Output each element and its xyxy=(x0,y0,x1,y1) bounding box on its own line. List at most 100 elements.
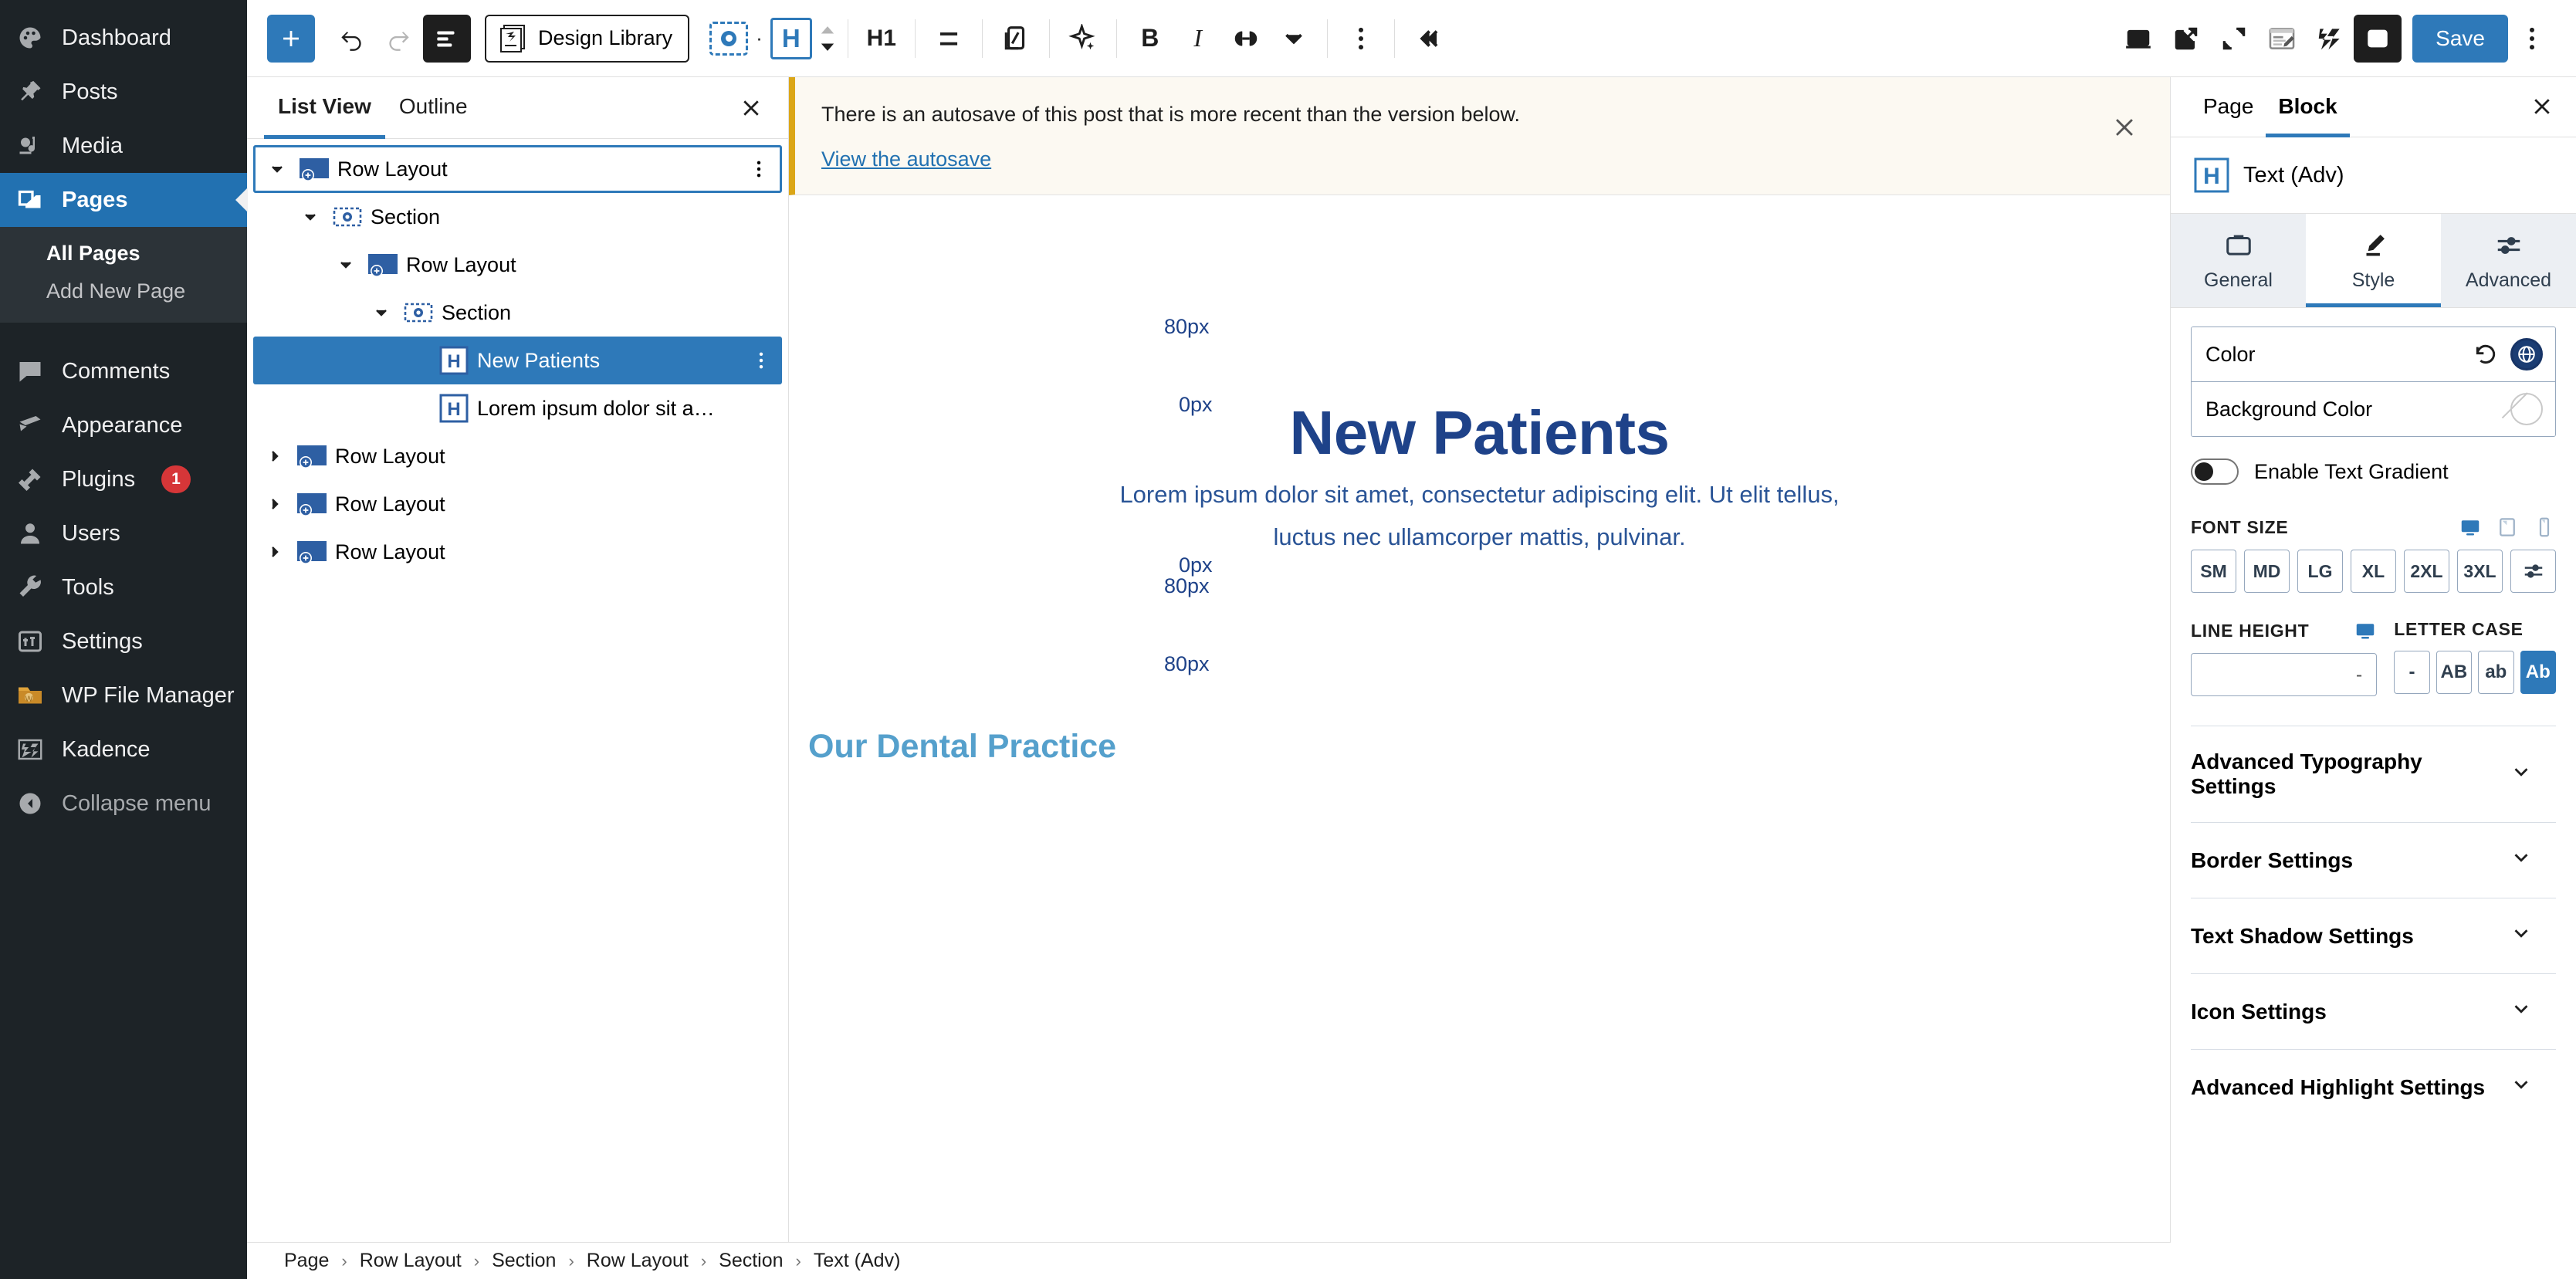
breadcrumb-item[interactable]: Text (Adv) xyxy=(814,1250,901,1272)
sliders-icon[interactable] xyxy=(2510,550,2556,593)
font-size-md[interactable]: MD xyxy=(2244,550,2290,593)
list-item[interactable]: Row Layout xyxy=(253,432,782,480)
mobile-icon[interactable] xyxy=(2533,516,2556,539)
heading-level-button[interactable]: H1 xyxy=(858,15,905,63)
submenu-item-add-new-page[interactable]: Add New Page xyxy=(0,272,247,310)
list-item[interactable]: Row Layout xyxy=(253,145,782,193)
sidebar-item-comments[interactable]: Comments xyxy=(0,344,247,398)
list-item-options-icon[interactable] xyxy=(746,158,772,180)
design-library-button[interactable]: Design Library xyxy=(485,14,690,63)
letter-case-ab[interactable]: ab xyxy=(2478,651,2514,694)
tablet-icon[interactable] xyxy=(2496,516,2519,539)
chevron-right-icon[interactable] xyxy=(261,543,289,561)
sidebar-item-media[interactable]: Media xyxy=(0,119,247,173)
accordion-advanced-highlight-settings[interactable]: Advanced Highlight Settings xyxy=(2191,1049,2556,1125)
list-item[interactable]: H Lorem ipsum dolor sit a… xyxy=(253,384,782,432)
sidebar-item-tools[interactable]: Tools xyxy=(0,560,247,614)
page-canvas[interactable]: New Patients Lorem ipsum dolor sit amet,… xyxy=(789,195,2170,1279)
chevron-down-icon[interactable] xyxy=(296,208,324,226)
letter-case-none[interactable]: - xyxy=(2394,651,2430,694)
letter-case-AB[interactable]: AB xyxy=(2436,651,2473,694)
segment-advanced[interactable]: Advanced xyxy=(2441,214,2576,307)
font-size-lg[interactable]: LG xyxy=(2297,550,2343,593)
segment-style[interactable]: Style xyxy=(2306,214,2441,307)
accordion-text-shadow-settings[interactable]: Text Shadow Settings xyxy=(2191,898,2556,973)
sidebar-item-pages[interactable]: Pages xyxy=(0,173,247,227)
list-view-toggle-button[interactable] xyxy=(423,14,471,63)
tab-block[interactable]: Block xyxy=(2266,77,2350,137)
save-button[interactable]: Save xyxy=(2412,14,2508,63)
accordion-border-settings[interactable]: Border Settings xyxy=(2191,822,2556,898)
font-size-xl[interactable]: XL xyxy=(2351,550,2396,593)
close-list-view-button[interactable] xyxy=(734,91,768,125)
move-block-controls[interactable] xyxy=(817,23,838,54)
letter-case-Ab[interactable]: Ab xyxy=(2520,651,2556,694)
sidebar-item-users[interactable]: Users xyxy=(0,506,247,560)
sidebar-item-collapse-menu[interactable]: Collapse menu xyxy=(0,777,247,831)
chevron-down-icon[interactable] xyxy=(367,303,395,322)
chevron-right-icon[interactable] xyxy=(261,495,289,513)
font-size-3xl[interactable]: 3XL xyxy=(2457,550,2503,593)
list-item[interactable]: Section xyxy=(253,193,782,241)
external-link-icon[interactable] xyxy=(2162,15,2210,63)
sidebar-item-wp-file-manager[interactable]: W WP File Manager xyxy=(0,668,247,722)
list-item[interactable]: H New Patients xyxy=(253,337,782,384)
breadcrumb-item[interactable]: Row Layout xyxy=(360,1250,462,1272)
text-color-swatch[interactable] xyxy=(2510,338,2543,371)
breadcrumb-item[interactable]: Section xyxy=(492,1250,556,1272)
accordion-advanced-typography-settings[interactable]: Advanced Typography Settings xyxy=(2191,726,2556,822)
redo-button[interactable] xyxy=(375,15,423,63)
italic-button[interactable]: I xyxy=(1174,15,1222,63)
background-color-row[interactable]: Background Color xyxy=(2192,381,2555,436)
list-item[interactable]: Row Layout xyxy=(253,480,782,528)
canvas-subheading[interactable]: Our Dental Practice xyxy=(808,728,1116,766)
chevron-down-icon[interactable] xyxy=(1270,15,1318,63)
font-size-2xl[interactable]: 2XL xyxy=(2404,550,2449,593)
chevrons-left-icon[interactable] xyxy=(1404,15,1452,63)
canvas-paragraph[interactable]: Lorem ipsum dolor sit amet, consectetur … xyxy=(1094,473,1866,560)
chevron-down-icon[interactable] xyxy=(332,255,360,274)
kadence-icon[interactable] xyxy=(2306,15,2354,63)
list-item-options-icon[interactable] xyxy=(748,350,774,371)
breadcrumb-item[interactable]: Page xyxy=(284,1250,329,1272)
desktop-icon[interactable] xyxy=(2354,619,2377,642)
add-block-button[interactable] xyxy=(267,14,315,63)
breadcrumb-item[interactable]: Section xyxy=(719,1250,783,1272)
breadcrumb-item[interactable]: Row Layout xyxy=(587,1250,689,1272)
sidebar-toggle-icon[interactable] xyxy=(2354,14,2402,63)
sidebar-item-settings[interactable]: Settings xyxy=(0,614,247,668)
view-autosave-link[interactable]: View the autosave xyxy=(821,147,991,171)
list-item[interactable]: Section xyxy=(253,289,782,337)
list-item[interactable]: Row Layout xyxy=(253,528,782,576)
close-inspector-button[interactable] xyxy=(2525,90,2559,124)
page-break-icon[interactable] xyxy=(992,15,1040,63)
submenu-item-all-pages[interactable]: All Pages xyxy=(0,235,247,272)
sidebar-item-posts[interactable]: Posts xyxy=(0,65,247,119)
text-color-row[interactable]: Color xyxy=(2192,327,2555,381)
bold-button[interactable]: B xyxy=(1126,15,1174,63)
block-type-button[interactable]: H xyxy=(770,17,812,59)
font-size-sm[interactable]: SM xyxy=(2191,550,2236,593)
sparkle-icon[interactable] xyxy=(1059,15,1107,63)
undo-button[interactable] xyxy=(327,15,375,63)
chevron-right-icon[interactable] xyxy=(261,447,289,465)
segment-general[interactable]: General xyxy=(2171,214,2306,307)
canvas-heading[interactable]: New Patients xyxy=(789,398,2170,469)
block-options-icon[interactable] xyxy=(1337,15,1385,63)
sidebar-item-appearance[interactable]: Appearance xyxy=(0,398,247,452)
classic-editor-icon[interactable] xyxy=(2258,15,2306,63)
link-icon[interactable] xyxy=(1222,15,1270,63)
desktop-preview-icon[interactable] xyxy=(2114,15,2162,63)
align-icon[interactable] xyxy=(925,15,973,63)
expand-icon[interactable] xyxy=(2210,15,2258,63)
sidebar-item-kadence[interactable]: Kadence xyxy=(0,722,247,777)
accordion-icon-settings[interactable]: Icon Settings xyxy=(2191,973,2556,1049)
text-gradient-toggle[interactable] xyxy=(2191,458,2239,485)
sidebar-item-dashboard[interactable]: Dashboard xyxy=(0,11,247,65)
tab-list-view[interactable]: List View xyxy=(264,77,385,139)
line-height-input[interactable]: - xyxy=(2191,653,2378,696)
background-color-swatch[interactable] xyxy=(2510,393,2543,425)
section-block-icon[interactable] xyxy=(709,21,749,56)
chevron-down-icon[interactable] xyxy=(263,160,291,178)
dismiss-notice-button[interactable] xyxy=(2107,110,2142,145)
